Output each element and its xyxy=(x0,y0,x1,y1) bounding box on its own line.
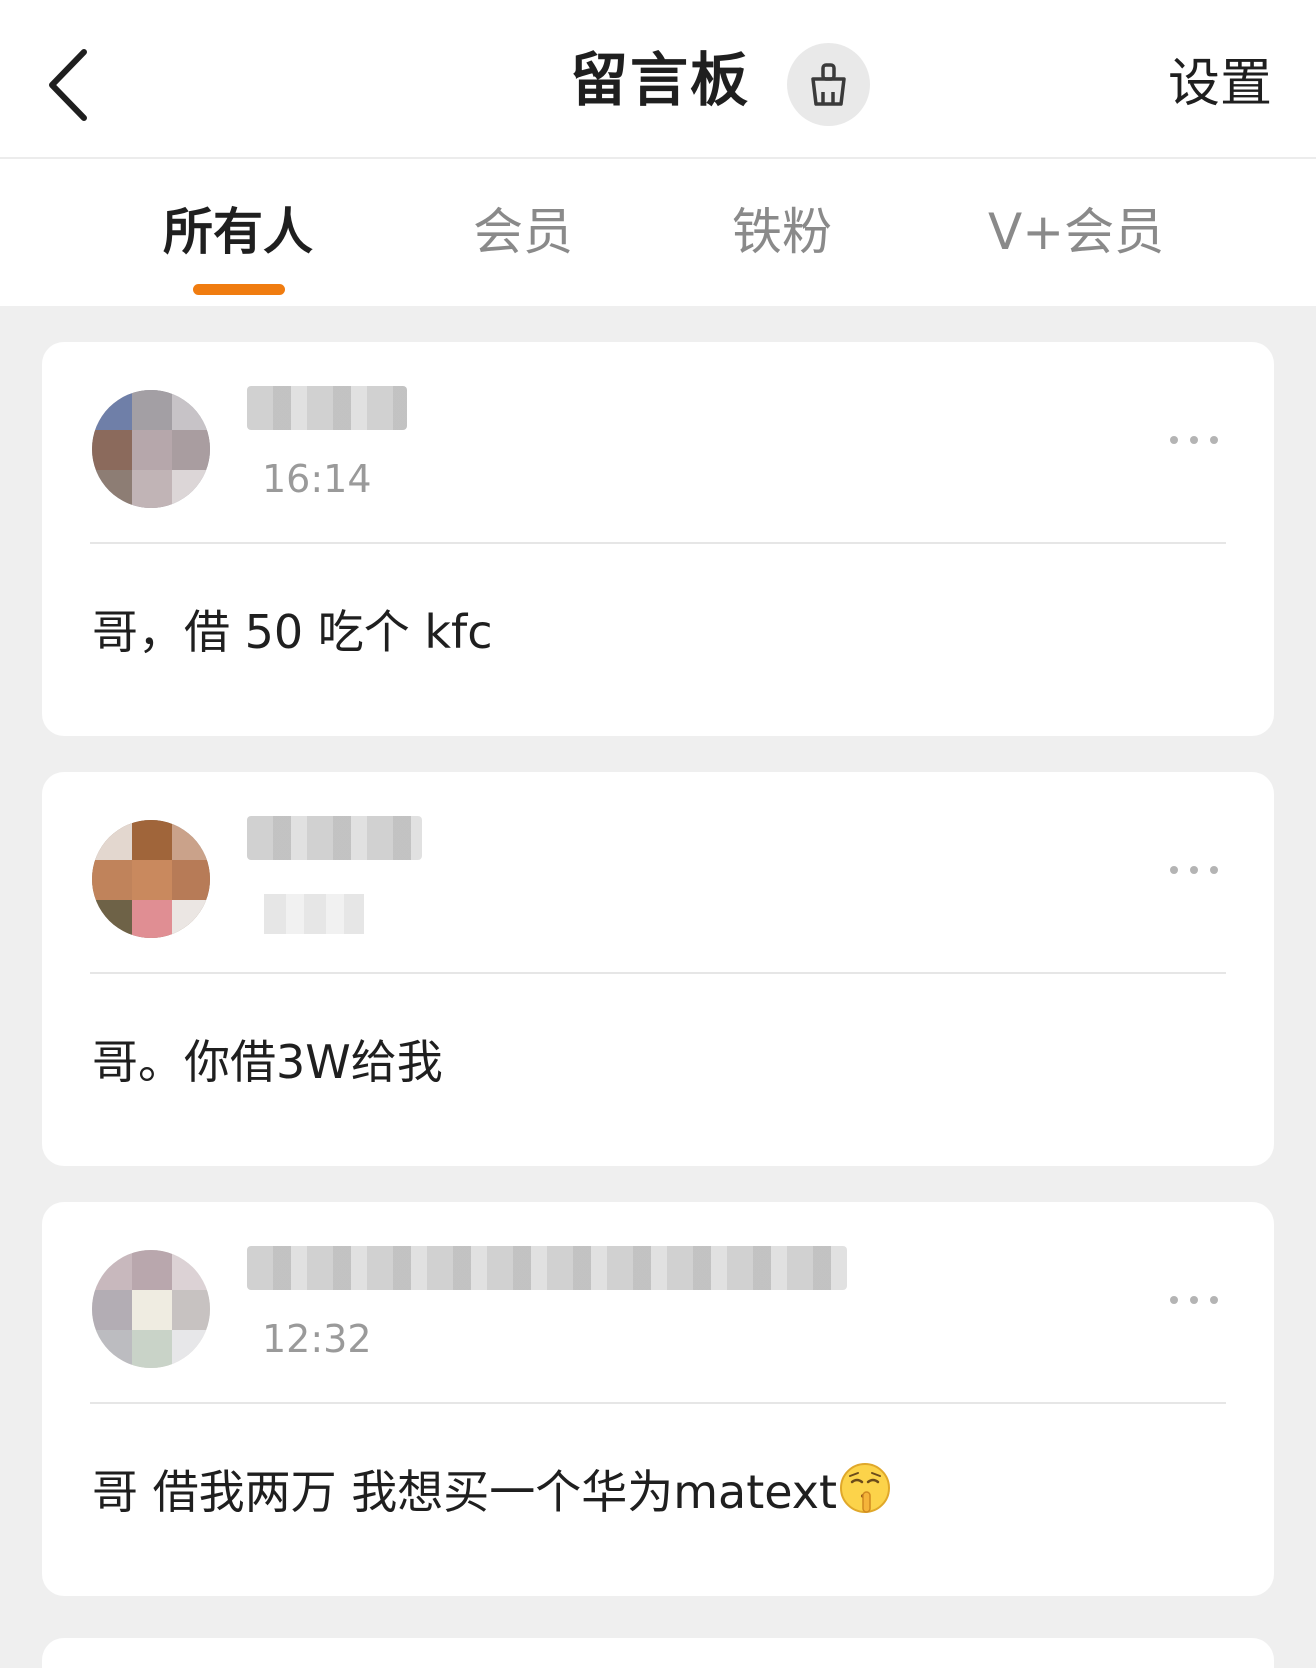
message-text: 哥 借我两万 我想买一个华为matext xyxy=(92,1457,891,1527)
tab-fans[interactable]: 铁粉 xyxy=(732,197,832,267)
chevron-left-icon xyxy=(49,49,87,121)
post-time-redacted xyxy=(264,894,364,934)
message-text: 哥，借 50 吃个 kfc xyxy=(92,605,493,659)
audience-tabs: 所有人 会员 铁粉 V+会员 xyxy=(0,159,1316,306)
post-time: 12:32 xyxy=(262,1317,372,1361)
shushing-face-emoji-icon xyxy=(840,1463,891,1513)
message-card: 16:14 哥，借 50 吃个 kfc xyxy=(42,342,1274,736)
more-options-button[interactable] xyxy=(1170,860,1230,880)
tab-members[interactable]: 会员 xyxy=(473,197,573,267)
message-card: 哥。你借3W给我 xyxy=(42,772,1274,1166)
message-card: 12:32 哥 借我两万 我想买一个华为matext xyxy=(42,1202,1274,1596)
more-dots-icon xyxy=(1170,436,1178,444)
post-time: 16:14 xyxy=(262,457,372,501)
more-options-button[interactable] xyxy=(1170,1290,1230,1310)
tab-vplus-members[interactable]: V+会员 xyxy=(988,197,1164,267)
active-tab-indicator xyxy=(193,284,285,295)
message-text-content: 哥 借我两万 我想买一个华为matext xyxy=(92,1465,838,1519)
page-title: 留言板 xyxy=(570,46,751,114)
back-button[interactable] xyxy=(40,40,100,130)
username-redacted xyxy=(247,1246,847,1290)
settings-button[interactable]: 设置 xyxy=(1168,44,1272,124)
username-redacted xyxy=(247,816,422,860)
more-dots-icon xyxy=(1170,1296,1178,1304)
message-card-partial xyxy=(42,1638,1274,1668)
avatar[interactable] xyxy=(92,1250,210,1368)
avatar[interactable] xyxy=(92,390,210,508)
divider xyxy=(90,972,1226,974)
username-redacted xyxy=(247,386,407,430)
clean-button[interactable] xyxy=(787,43,870,126)
message-text: 哥。你借3W给我 xyxy=(92,1035,443,1089)
avatar[interactable] xyxy=(92,820,210,938)
divider xyxy=(90,1402,1226,1404)
top-bar: 留言板 设置 xyxy=(0,0,1316,159)
tab-everyone[interactable]: 所有人 xyxy=(163,197,313,267)
divider xyxy=(90,542,1226,544)
more-options-button[interactable] xyxy=(1170,430,1230,450)
more-dots-icon xyxy=(1170,866,1178,874)
broom-icon xyxy=(811,63,846,106)
